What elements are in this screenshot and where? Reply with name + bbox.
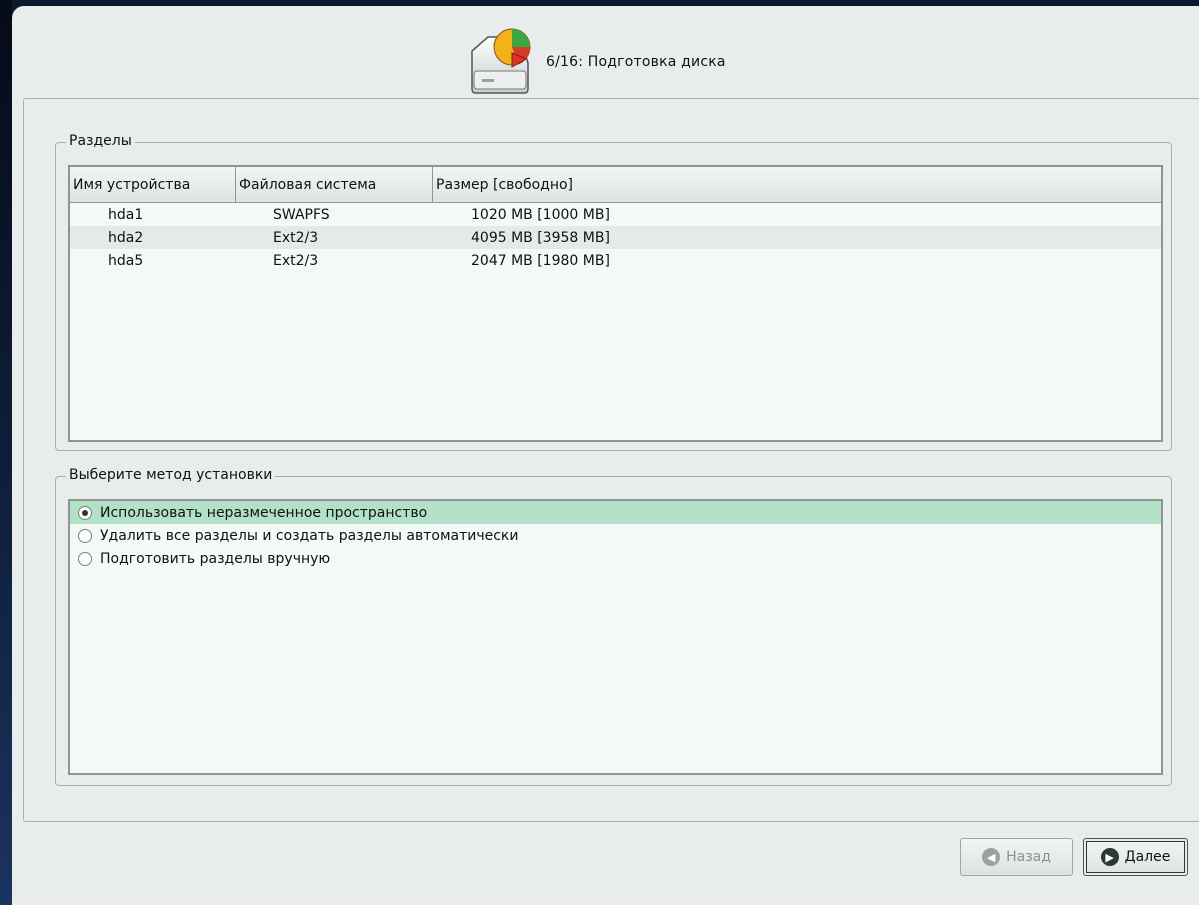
option-label: Удалить все разделы и создать разделы ав… — [100, 527, 519, 544]
option-label: Использовать неразмеченное пространство — [100, 504, 428, 521]
column-size-free[interactable]: Размер [свободно] — [433, 167, 1161, 202]
next-button[interactable]: ▶ Далее — [1083, 838, 1188, 876]
cell-size: 1020 MB [1000 MB] — [471, 206, 610, 223]
option-label: Подготовить разделы вручную — [100, 550, 331, 567]
partitions-group-title: Разделы — [66, 133, 135, 149]
option-delete-all-auto[interactable]: Удалить все разделы и создать разделы ав… — [70, 524, 1161, 547]
partitions-group: Разделы Имя устройства Файловая система … — [55, 133, 1172, 451]
back-button[interactable]: ◀ Назад — [960, 838, 1073, 876]
radio-button-checked[interactable] — [78, 505, 92, 520]
page-title: 6/16: Подготовка диска — [546, 54, 726, 70]
option-manual-partitioning[interactable]: Подготовить разделы вручную — [70, 547, 1161, 570]
next-button-label: Далее — [1124, 849, 1171, 865]
partitions-table[interactable]: Имя устройства Файловая система Размер [… — [68, 165, 1163, 442]
content-frame: Разделы Имя устройства Файловая система … — [23, 98, 1199, 822]
table-row[interactable]: hda1 SWAPFS 1020 MB [1000 MB] — [70, 203, 1161, 226]
column-device-name[interactable]: Имя устройства — [70, 167, 236, 202]
install-method-group-title: Выберите метод установки — [66, 467, 276, 483]
table-header: Имя устройства Файловая система Размер [… — [70, 167, 1161, 203]
cell-filesystem: Ext2/3 — [273, 252, 319, 269]
cell-size: 4095 MB [3958 MB] — [471, 229, 610, 246]
cell-filesystem: SWAPFS — [273, 206, 330, 223]
arrow-left-icon: ◀ — [982, 848, 1001, 866]
arrow-right-icon: ▶ — [1100, 848, 1119, 866]
desktop-edge — [0, 0, 12, 905]
cell-filesystem: Ext2/3 — [273, 229, 319, 246]
install-method-group: Выберите метод установки Использовать не… — [55, 467, 1172, 786]
cell-device: hda2 — [108, 229, 144, 246]
table-row[interactable]: hda2 Ext2/3 4095 MB [3958 MB] — [70, 226, 1161, 249]
column-filesystem[interactable]: Файловая система — [236, 167, 433, 202]
radio-button[interactable] — [78, 528, 92, 543]
radio-button[interactable] — [78, 551, 92, 566]
back-button-label: Назад — [1006, 849, 1051, 865]
table-row[interactable]: hda5 Ext2/3 2047 MB [1980 MB] — [70, 249, 1161, 272]
cell-device: hda1 — [108, 206, 144, 223]
option-use-free-space[interactable]: Использовать неразмеченное пространство — [70, 501, 1161, 524]
cell-device: hda5 — [108, 252, 144, 269]
disk-partition-icon — [471, 28, 531, 94]
step-header: 6/16: Подготовка диска — [462, 22, 726, 102]
install-method-list: Использовать неразмеченное пространство … — [68, 499, 1163, 775]
installer-window: 6/16: Подготовка диска Разделы Имя устро… — [12, 6, 1199, 905]
cell-size: 2047 MB [1980 MB] — [471, 252, 610, 269]
